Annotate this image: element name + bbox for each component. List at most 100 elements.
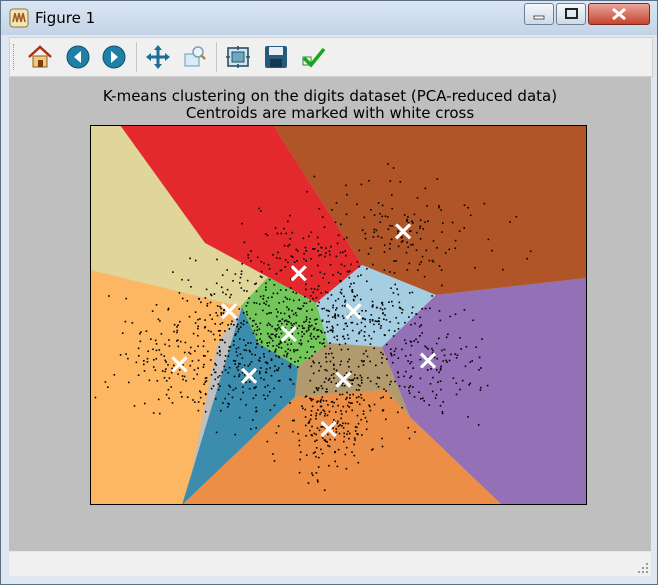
data-point xyxy=(276,315,278,318)
data-point xyxy=(227,355,230,357)
data-point xyxy=(322,342,325,344)
data-point xyxy=(305,316,308,318)
data-point xyxy=(373,403,376,406)
data-point xyxy=(229,345,232,348)
zoom-icon[interactable] xyxy=(180,43,208,71)
data-point xyxy=(220,313,223,316)
title-bar[interactable]: Figure 1 xyxy=(1,1,657,35)
data-point xyxy=(298,299,300,301)
data-point xyxy=(321,396,324,398)
data-point xyxy=(253,329,256,332)
data-point xyxy=(176,326,178,328)
data-point xyxy=(156,380,159,382)
data-point xyxy=(159,320,161,322)
data-point xyxy=(259,322,262,325)
data-point xyxy=(326,321,328,323)
data-point xyxy=(280,341,283,344)
data-point xyxy=(173,323,176,326)
data-point xyxy=(204,410,207,413)
data-point xyxy=(313,175,316,178)
data-point xyxy=(491,249,493,252)
data-point xyxy=(337,425,340,428)
data-point xyxy=(160,333,163,335)
data-point xyxy=(348,437,350,440)
data-point xyxy=(315,296,318,299)
data-point xyxy=(213,368,215,371)
data-point xyxy=(214,362,216,365)
data-point xyxy=(273,370,276,372)
save-icon[interactable] xyxy=(262,43,290,71)
data-point xyxy=(424,221,426,223)
data-point xyxy=(209,314,211,316)
pan-icon[interactable] xyxy=(144,43,172,71)
data-point xyxy=(245,404,247,406)
data-point xyxy=(332,306,334,309)
data-point xyxy=(243,289,245,292)
data-point xyxy=(409,362,411,365)
plot-axes[interactable] xyxy=(90,125,587,505)
data-point xyxy=(409,292,411,294)
subplots-icon[interactable] xyxy=(224,43,252,71)
data-point xyxy=(419,238,422,240)
data-point xyxy=(396,288,398,290)
home-icon[interactable] xyxy=(26,43,54,71)
data-point xyxy=(202,366,205,368)
data-point xyxy=(351,291,354,293)
data-point xyxy=(312,398,314,401)
data-point xyxy=(408,390,410,392)
close-button[interactable] xyxy=(588,3,650,25)
data-point xyxy=(241,222,243,225)
data-point xyxy=(327,404,329,406)
data-point xyxy=(404,355,407,357)
data-point xyxy=(352,393,354,396)
data-point xyxy=(187,279,190,281)
forward-icon[interactable] xyxy=(100,43,128,71)
data-point xyxy=(284,259,287,261)
data-point xyxy=(154,369,157,371)
data-point xyxy=(475,346,477,348)
data-point xyxy=(337,271,339,274)
data-point xyxy=(261,276,263,279)
data-point xyxy=(309,379,312,382)
data-point xyxy=(310,346,312,348)
data-point xyxy=(170,386,172,388)
data-point xyxy=(419,377,422,380)
data-point xyxy=(360,397,363,399)
figure-title: K-means clustering on the digits dataset… xyxy=(102,87,558,105)
minimize-button[interactable] xyxy=(524,3,554,25)
data-point xyxy=(301,335,303,338)
figure-canvas[interactable]: K-means clustering on the digits dataset… xyxy=(9,77,651,551)
data-point xyxy=(288,243,291,246)
data-point xyxy=(263,262,265,265)
data-point xyxy=(433,356,436,359)
data-point xyxy=(202,355,205,357)
data-point xyxy=(390,397,392,399)
data-point xyxy=(321,437,324,439)
window-title: Figure 1 xyxy=(35,9,96,27)
data-point xyxy=(295,292,297,295)
data-point xyxy=(377,320,380,322)
data-point xyxy=(354,374,356,376)
data-point xyxy=(323,307,325,310)
maximize-button[interactable] xyxy=(556,3,586,25)
data-point xyxy=(197,325,199,328)
data-point xyxy=(393,353,396,356)
data-point xyxy=(346,404,349,407)
toolbar-grip[interactable] xyxy=(13,44,16,70)
data-point xyxy=(358,332,360,335)
data-point xyxy=(268,335,270,338)
data-point xyxy=(442,360,445,362)
data-point xyxy=(441,284,443,287)
data-point xyxy=(409,354,412,356)
back-icon[interactable] xyxy=(64,43,92,71)
data-point xyxy=(349,270,351,272)
data-point xyxy=(405,251,408,254)
data-point xyxy=(340,348,343,351)
data-point xyxy=(384,215,387,217)
data-point xyxy=(275,333,278,336)
data-point xyxy=(306,190,308,193)
edit-icon[interactable] xyxy=(300,43,328,71)
data-point xyxy=(418,325,421,328)
resize-grip-icon[interactable] xyxy=(635,560,649,574)
data-point xyxy=(320,426,322,428)
